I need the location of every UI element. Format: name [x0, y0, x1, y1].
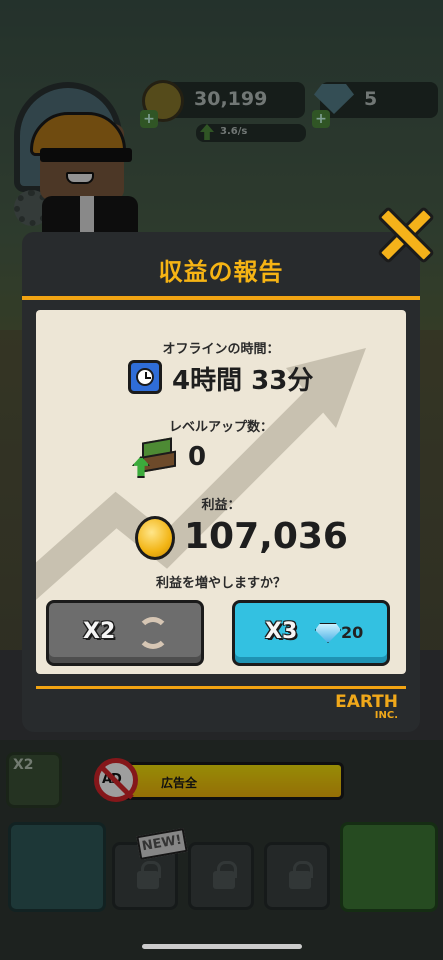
profit-label: 利益： [201, 498, 241, 513]
x3-gem-button[interactable]: X3 20 [232, 600, 390, 666]
modal-body: オフラインの時間： 4時間 33分 レベルアップ数： 0 利益： 107,036… [36, 310, 406, 674]
x2-watch-ad-button[interactable]: X2 [46, 600, 204, 666]
earth-inc-logo: EARTH INC. [335, 694, 398, 721]
refresh-icon [137, 617, 169, 649]
level-ups-label: レベルアップ数： [168, 420, 273, 435]
boost-question: 利益を増やしますか？ [155, 576, 286, 591]
gem-icon [315, 623, 341, 643]
profit-value: 107,036 [184, 516, 348, 557]
level-up-icon [132, 437, 174, 478]
footer-divider [36, 686, 406, 689]
earnings-report-modal: 収益の報告 オフラインの時間： 4時間 33分 レベルアップ数： 0 利益： 1… [22, 232, 420, 732]
x2-button-label: X2 [83, 619, 116, 644]
brand-line-1: EARTH [335, 692, 398, 712]
modal-title: 収益の報告 [158, 258, 284, 286]
x3-gem-cost: 20 [341, 623, 364, 642]
close-icon[interactable] [374, 204, 435, 264]
coin-icon [135, 516, 175, 560]
modal-header: 収益の報告 [22, 232, 420, 300]
x3-button-label: X3 [265, 619, 298, 644]
clock-icon [128, 360, 162, 394]
offline-time-label: オフラインの時間： [162, 342, 280, 357]
brand-line-2: INC. [374, 710, 398, 721]
home-indicator[interactable] [142, 944, 302, 949]
level-ups-value: 0 [188, 442, 207, 472]
offline-time-value: 4時間 33分 [172, 366, 314, 396]
